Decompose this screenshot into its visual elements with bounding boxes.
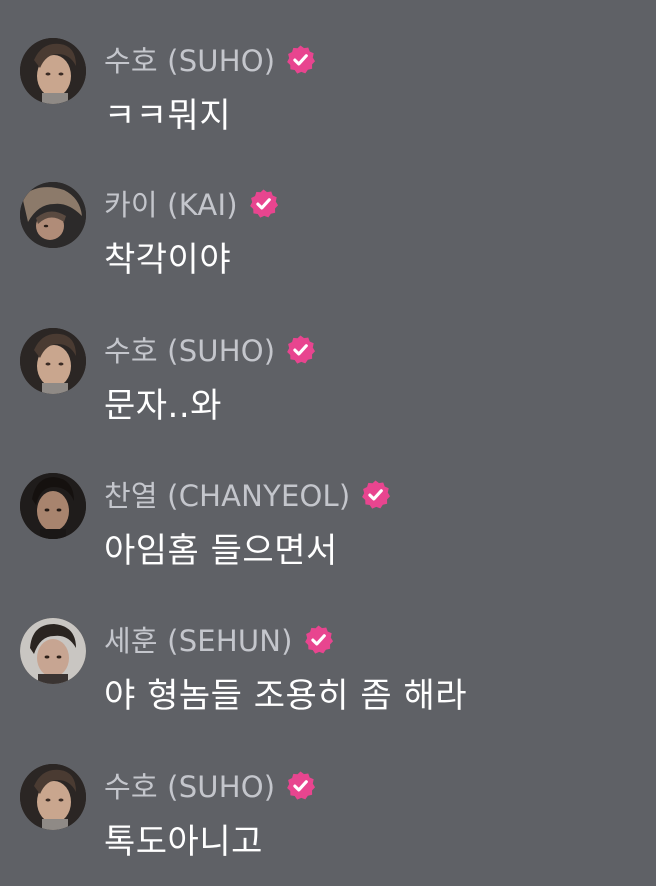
message-text: 아임홈 들으면서 xyxy=(104,531,338,571)
verified-badge-icon xyxy=(360,479,391,510)
verified-badge-icon xyxy=(303,624,334,655)
chat-message-list: 수호 (SUHO) ㅋㅋ뭐지 카이 (KAI) 착각이야 수호 (SUHO) 문… xyxy=(0,0,656,886)
chat-message: 수호 (SUHO) ㅋㅋ뭐지 xyxy=(0,38,656,148)
chat-message: 수호 (SUHO) 문자..와 xyxy=(0,328,656,438)
verified-badge-icon xyxy=(248,188,279,219)
sender-name[interactable]: 찬열 (CHANYEOL) xyxy=(104,473,350,515)
chat-message: 세훈 (SEHUN) 야 형놈들 조용히 좀 해라 xyxy=(0,618,656,728)
message-text: 톡도아니고 xyxy=(104,822,263,862)
sender-name[interactable]: 세훈 (SEHUN) xyxy=(104,618,293,660)
verified-badge-icon xyxy=(285,44,316,75)
verified-badge-icon xyxy=(285,334,316,365)
chanyeol-avatar-icon[interactable] xyxy=(20,473,86,539)
kai-avatar-icon[interactable] xyxy=(20,182,86,248)
sender-name[interactable]: 카이 (KAI) xyxy=(104,182,238,224)
sender-name-row: 수호 (SUHO) xyxy=(104,765,316,805)
suho-avatar-icon[interactable] xyxy=(20,328,86,394)
message-text: ㅋㅋ뭐지 xyxy=(104,96,232,136)
suho-avatar-icon[interactable] xyxy=(20,764,86,830)
sender-name-row: 수호 (SUHO) xyxy=(104,329,316,369)
sender-name-row: 찬열 (CHANYEOL) xyxy=(104,474,391,514)
message-text: 야 형놈들 조용히 좀 해라 xyxy=(104,676,468,716)
chat-message: 카이 (KAI) 착각이야 xyxy=(0,182,656,292)
sender-name[interactable]: 수호 (SUHO) xyxy=(104,38,275,80)
message-text: 착각이야 xyxy=(104,240,232,280)
message-text: 문자..와 xyxy=(104,386,222,426)
suho-avatar-icon[interactable] xyxy=(20,38,86,104)
sender-name-row: 수호 (SUHO) xyxy=(104,39,316,79)
verified-badge-icon xyxy=(285,770,316,801)
chat-message: 수호 (SUHO) 톡도아니고 xyxy=(0,764,656,874)
sender-name-row: 카이 (KAI) xyxy=(104,183,279,223)
sender-name[interactable]: 수호 (SUHO) xyxy=(104,764,275,806)
chat-message: 찬열 (CHANYEOL) 아임홈 들으면서 xyxy=(0,473,656,583)
sender-name-row: 세훈 (SEHUN) xyxy=(104,619,334,659)
sehun-avatar-icon[interactable] xyxy=(20,618,86,684)
sender-name[interactable]: 수호 (SUHO) xyxy=(104,328,275,370)
